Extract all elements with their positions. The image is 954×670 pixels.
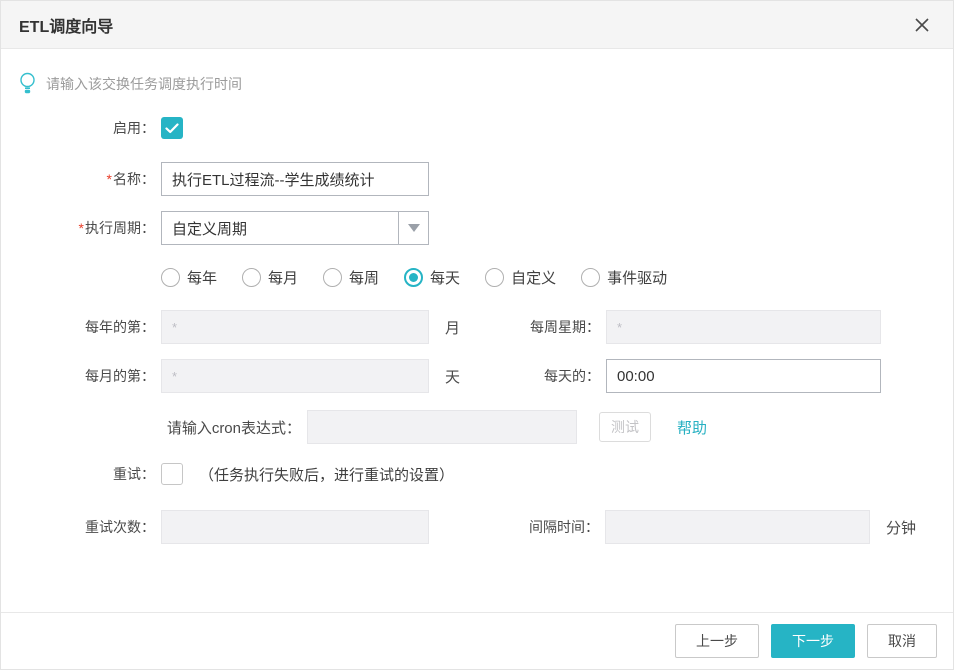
cron-test-button: 测试	[599, 412, 651, 442]
radio-weekly[interactable]: 每周	[323, 267, 379, 288]
retry-row: 重试： （任务执行失败后，进行重试的设置）	[1, 463, 953, 485]
radio-monthly[interactable]: 每月	[242, 267, 298, 288]
enable-row: 启用：	[1, 117, 953, 139]
radio-custom-label: 自定义	[511, 267, 556, 288]
interval-input	[605, 510, 870, 544]
lightbulb-icon	[19, 72, 36, 95]
week-day-field: 每周星期：	[530, 310, 881, 344]
hint-bar: 请输入该交换任务调度执行时间	[1, 49, 953, 95]
cron-label: 请输入cron表达式：	[1, 417, 301, 438]
close-button[interactable]	[909, 12, 935, 38]
radio-circle-icon	[323, 268, 342, 287]
prev-step-button[interactable]: 上一步	[675, 624, 759, 658]
retry-count-label: 重试次数：	[1, 517, 155, 537]
radio-event-driven-label: 事件驱动	[607, 267, 667, 288]
frequency-row: 每年 每月 每周 每天 自定义	[1, 267, 953, 288]
radio-weekly-label: 每周	[349, 267, 379, 288]
required-mark: *	[79, 220, 84, 236]
hint-text: 请输入该交换任务调度执行时间	[46, 74, 242, 94]
retry-label: 重试：	[1, 464, 155, 484]
dialog-titlebar: ETL调度向导	[1, 1, 953, 49]
schedule-form: 启用： *名称： *执行周期： 自定义周期	[1, 95, 953, 544]
radio-circle-icon	[485, 268, 504, 287]
year-week-row: 每年的第： 月 每周星期：	[1, 310, 953, 344]
year-day-suffix: 月	[445, 317, 460, 338]
dialog-footer: 上一步 下一步 取消	[1, 612, 953, 669]
month-day-label: 每月的第：	[1, 366, 155, 386]
year-day-label: 每年的第：	[1, 317, 155, 337]
cron-help-link[interactable]: 帮助	[677, 417, 707, 438]
week-day-input	[606, 310, 881, 344]
radio-yearly-label: 每年	[187, 267, 217, 288]
cycle-select-value: 自定义周期	[162, 212, 398, 244]
interval-field: 间隔时间： 分钟	[529, 510, 916, 544]
radio-circle-icon	[242, 268, 261, 287]
retry-checkbox[interactable]	[161, 463, 183, 485]
cycle-select-button[interactable]	[398, 212, 428, 244]
cycle-label: *执行周期：	[1, 218, 155, 238]
cycle-row: *执行周期： 自定义周期	[1, 211, 953, 245]
month-day-suffix: 天	[445, 366, 460, 387]
cancel-button[interactable]: 取消	[867, 624, 937, 658]
interval-label: 间隔时间：	[529, 517, 599, 537]
year-day-input	[161, 310, 429, 344]
week-day-label: 每周星期：	[530, 317, 600, 337]
cron-input	[307, 410, 577, 444]
enable-label: 启用：	[1, 118, 155, 138]
chevron-down-icon	[408, 224, 420, 232]
radio-selected-icon	[404, 268, 423, 287]
dialog-title: ETL调度向导	[19, 13, 113, 37]
daily-time-input[interactable]	[606, 359, 881, 393]
radio-daily[interactable]: 每天	[404, 267, 460, 288]
close-icon	[913, 16, 931, 34]
radio-event-driven[interactable]: 事件驱动	[581, 267, 667, 288]
cycle-select[interactable]: 自定义周期	[161, 211, 429, 245]
name-input[interactable]	[161, 162, 429, 196]
radio-circle-icon	[161, 268, 180, 287]
frequency-radio-group: 每年 每月 每周 每天 自定义	[161, 267, 667, 288]
daily-time-field: 每天的：	[544, 359, 881, 393]
radio-monthly-label: 每月	[268, 267, 298, 288]
radio-circle-icon	[581, 268, 600, 287]
radio-yearly[interactable]: 每年	[161, 267, 217, 288]
month-time-row: 每月的第： 天 每天的：	[1, 359, 953, 393]
month-day-input	[161, 359, 429, 393]
name-row: *名称：	[1, 162, 953, 196]
enable-checkbox[interactable]	[161, 117, 183, 139]
retry-count-input	[161, 510, 429, 544]
name-label: *名称：	[1, 169, 155, 189]
radio-custom[interactable]: 自定义	[485, 267, 556, 288]
required-mark: *	[107, 171, 112, 187]
retry-note: （任务执行失败后，进行重试的设置）	[199, 464, 454, 485]
next-step-button[interactable]: 下一步	[771, 624, 855, 658]
etl-schedule-wizard-dialog: ETL调度向导 请输入该交换任务调度执行时间 启用： *名称	[0, 0, 954, 670]
retry-count-row: 重试次数： 间隔时间： 分钟	[1, 510, 953, 544]
radio-daily-label: 每天	[430, 267, 460, 288]
daily-time-label: 每天的：	[544, 366, 600, 386]
check-icon	[165, 123, 179, 134]
cron-row: 请输入cron表达式： 测试 帮助	[1, 410, 953, 444]
interval-suffix: 分钟	[886, 517, 916, 538]
